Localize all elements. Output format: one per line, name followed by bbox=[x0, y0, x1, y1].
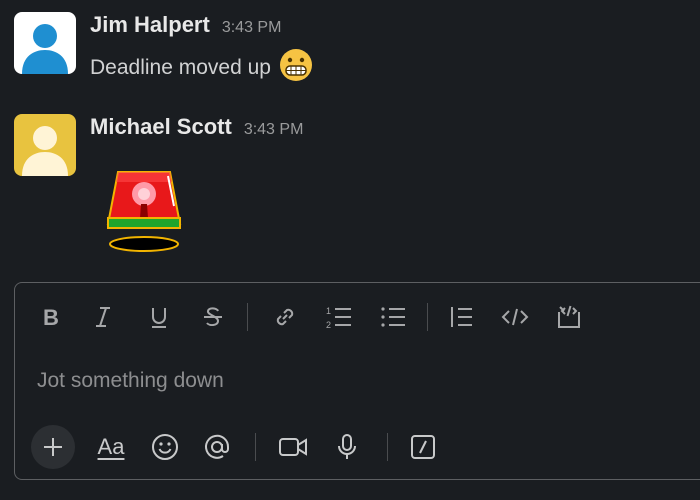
link-icon[interactable] bbox=[267, 297, 303, 337]
message-input[interactable]: Jot something down bbox=[37, 369, 224, 393]
bulleted-list-icon[interactable] bbox=[375, 297, 411, 337]
toolbar-divider bbox=[427, 303, 428, 331]
blockquote-icon[interactable] bbox=[443, 297, 479, 337]
svg-text:1: 1 bbox=[326, 306, 331, 316]
message-composer[interactable]: B 12 Jot something down Aa bbox=[14, 282, 700, 480]
mention-icon[interactable] bbox=[199, 425, 235, 469]
video-icon[interactable] bbox=[275, 425, 311, 469]
italic-icon[interactable] bbox=[85, 297, 121, 337]
author-name[interactable]: Michael Scott bbox=[90, 114, 232, 140]
bold-icon[interactable]: B bbox=[33, 297, 69, 337]
toolbar-divider bbox=[255, 433, 256, 461]
avatar-michael[interactable] bbox=[14, 114, 76, 176]
code-icon[interactable] bbox=[497, 297, 533, 337]
composer-actions: Aa bbox=[15, 425, 700, 469]
microphone-icon[interactable] bbox=[329, 425, 365, 469]
ordered-list-icon[interactable]: 12 bbox=[321, 297, 357, 337]
slash-command-icon[interactable] bbox=[405, 425, 441, 469]
timestamp[interactable]: 3:43 PM bbox=[244, 121, 304, 139]
svg-text:2: 2 bbox=[326, 320, 331, 330]
code-block-icon[interactable] bbox=[551, 297, 587, 337]
text-format-icon[interactable]: Aa bbox=[91, 425, 131, 469]
emoji-icon[interactable] bbox=[147, 425, 183, 469]
toolbar-divider bbox=[247, 303, 248, 331]
svg-text:B: B bbox=[43, 305, 59, 329]
plus-icon[interactable] bbox=[31, 425, 75, 469]
author-name[interactable]: Jim Halpert bbox=[90, 12, 210, 38]
timestamp[interactable]: 3:43 PM bbox=[222, 19, 282, 37]
strikethrough-icon[interactable] bbox=[195, 297, 231, 337]
formatting-toolbar: B 12 bbox=[15, 297, 700, 337]
avatar-jim[interactable] bbox=[14, 12, 76, 74]
underline-icon[interactable] bbox=[141, 297, 177, 337]
siren-gif[interactable] bbox=[104, 166, 184, 261]
message-text: Deadline moved up bbox=[90, 56, 271, 79]
toolbar-divider bbox=[387, 433, 388, 461]
message-jim: Jim Halpert 3:43 PM Deadline moved up bbox=[14, 12, 313, 88]
grimacing-face-icon bbox=[279, 48, 313, 88]
